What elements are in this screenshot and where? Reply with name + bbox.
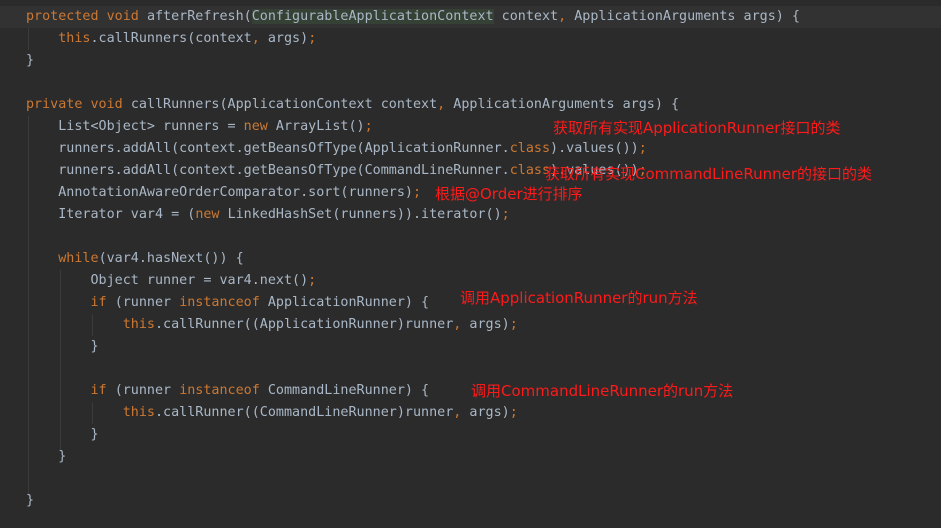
code-token: ConfigurableApplicationContext <box>251 9 494 24</box>
code-token: , <box>453 405 470 420</box>
code-token: } <box>26 427 99 442</box>
code-keyword: this <box>122 405 155 420</box>
code-editor[interactable]: protected void afterRefresh(Configurable… <box>0 6 941 512</box>
code-token: runners.addAll(context.getBeansOfType(Ap… <box>26 141 510 156</box>
code-line[interactable]: this.callRunner((ApplicationRunner)runne… <box>26 314 941 336</box>
code-token: ; <box>509 317 518 332</box>
code-token: ; <box>308 273 317 288</box>
code-token: , <box>453 317 470 332</box>
code-token: , <box>558 9 575 24</box>
code-keyword: if <box>90 383 115 398</box>
annotation-call-application-runner: 调用ApplicationRunner的run方法 <box>460 289 698 307</box>
code-token: } <box>26 339 99 354</box>
code-token: .callRunners(context <box>90 31 252 46</box>
code-token: ; <box>509 405 518 420</box>
code-token: runners.addAll(context.getBeansOfType(Co… <box>26 163 510 178</box>
code-token: Object runner = var4.next() <box>26 273 309 288</box>
code-token: ApplicationArguments args) { <box>574 9 800 24</box>
code-keyword: if <box>90 295 115 310</box>
code-line[interactable]: private void callRunners(ApplicationCont… <box>26 94 941 116</box>
code-line[interactable] <box>26 226 941 248</box>
code-token: ; <box>364 119 373 134</box>
code-token: ApplicationRunner) { <box>267 295 430 310</box>
code-keyword: while <box>58 251 99 266</box>
code-token: afterRefresh( <box>146 9 252 24</box>
code-keyword: this <box>58 31 91 46</box>
code-token: ).values()) <box>550 141 639 156</box>
code-line[interactable]: runners.addAll(context.getBeansOfType(Ap… <box>26 138 941 160</box>
code-line[interactable]: } <box>26 446 941 468</box>
code-token: (runner <box>114 383 180 398</box>
code-token: , <box>251 31 268 46</box>
code-token: ApplicationArguments args) { <box>453 97 680 112</box>
code-line[interactable]: this.callRunner((CommandLineRunner)runne… <box>26 402 941 424</box>
code-keyword: instanceof <box>179 383 268 398</box>
code-line[interactable]: } <box>26 424 941 446</box>
code-line[interactable]: this.callRunners(context, args); <box>26 28 941 50</box>
code-line[interactable]: protected void afterRefresh(Configurable… <box>0 6 941 28</box>
code-line[interactable]: } <box>26 490 941 512</box>
code-token: ; <box>638 141 647 156</box>
code-line[interactable]: } <box>26 50 941 72</box>
code-line[interactable] <box>26 72 941 94</box>
annotation-call-commandline-runner: 调用CommandLineRunner的run方法 <box>471 382 734 400</box>
code-token: args) <box>267 31 309 46</box>
code-token: ; <box>501 207 510 222</box>
code-token: AnnotationAwareOrderComparator.sort(runn… <box>26 185 413 200</box>
code-token: , <box>437 97 454 112</box>
code-line[interactable]: } <box>26 336 941 358</box>
code-keyword: instanceof <box>179 295 268 310</box>
code-keyword: class <box>509 141 551 156</box>
code-token: CommandLineRunner) { <box>267 383 430 398</box>
code-keyword: protected void <box>26 9 147 24</box>
code-token: context <box>493 9 559 24</box>
code-keyword: private void <box>26 97 131 112</box>
code-token: List<Object> runners = <box>26 119 244 134</box>
code-token: ; <box>308 31 317 46</box>
code-token: } <box>26 449 67 464</box>
code-token: args) <box>469 405 510 420</box>
code-keyword: new <box>195 207 228 222</box>
code-line[interactable] <box>26 358 941 380</box>
code-line[interactable] <box>26 468 941 490</box>
annotation-application-runner-beans: 获取所有实现ApplicationRunner接口的类 <box>553 119 841 137</box>
code-token: (runner <box>114 295 180 310</box>
code-token: .callRunner((ApplicationRunner)runner <box>155 317 454 332</box>
code-token: Iterator var4 = ( <box>26 207 196 222</box>
code-token: } <box>26 53 35 68</box>
code-token: ; <box>412 185 422 200</box>
annotation-commandline-runner-beans: 获取所有实现CommandLineRunner的接口的类 <box>545 165 873 183</box>
code-token: } <box>26 493 35 508</box>
annotation-order-sort: 根据@Order进行排序 <box>435 185 583 203</box>
code-line[interactable]: Iterator var4 = (new LinkedHashSet(runne… <box>26 204 941 226</box>
code-token: callRunners(ApplicationContext context <box>130 97 438 112</box>
code-keyword: new <box>243 119 276 134</box>
code-keyword: class <box>509 163 551 178</box>
code-token: LinkedHashSet(runners)).iterator() <box>227 207 502 222</box>
code-line[interactable]: while(var4.hasNext()) { <box>26 248 941 270</box>
code-token: ArrayList() <box>275 119 365 134</box>
code-token: args) <box>469 317 510 332</box>
code-keyword: this <box>122 317 155 332</box>
code-token: .callRunner((CommandLineRunner)runner <box>155 405 454 420</box>
code-token: (var4.hasNext()) { <box>98 251 244 266</box>
